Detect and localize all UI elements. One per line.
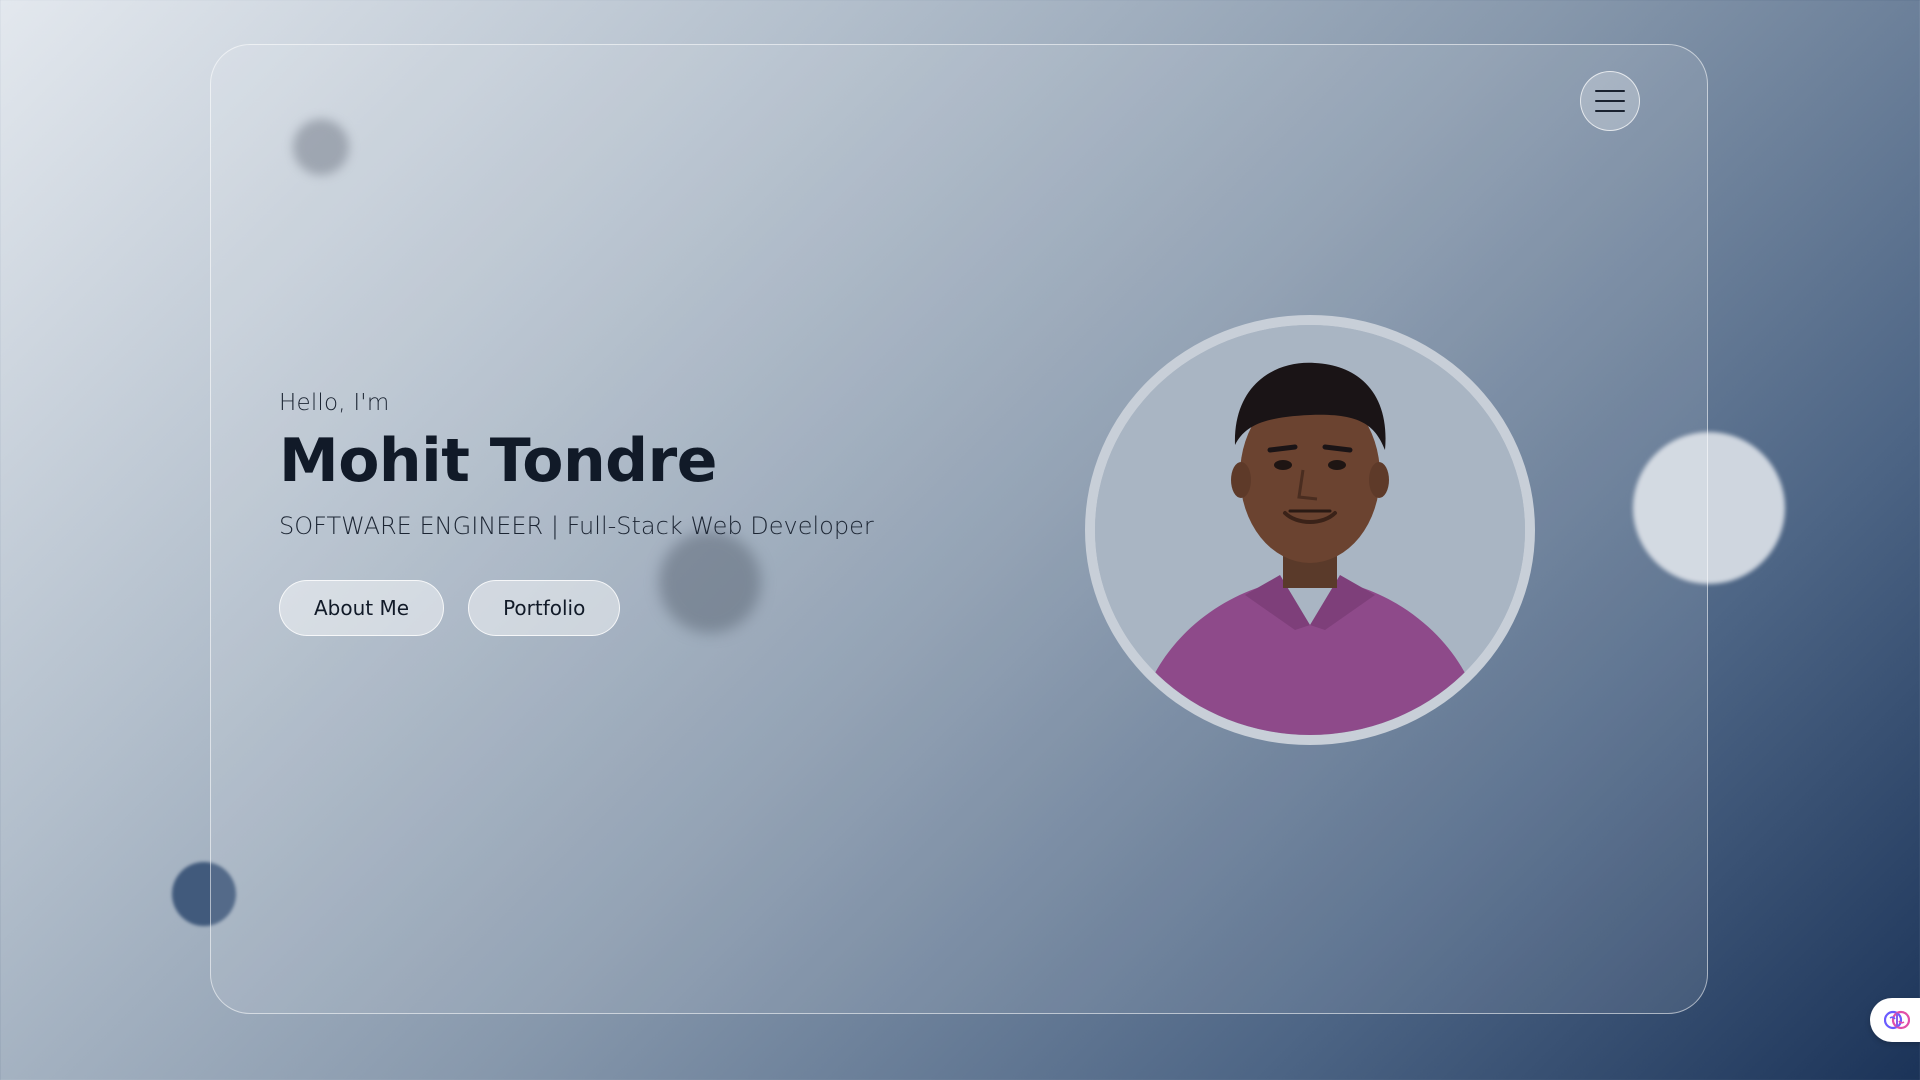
about-me-button[interactable]: About Me [279, 580, 445, 636]
profile-portrait-illustration [1095, 325, 1525, 735]
hero-name: Mohit Tondre [279, 426, 717, 496]
profile-photo [1085, 315, 1535, 745]
brain-icon [1884, 1010, 1910, 1030]
menu-button[interactable] [1580, 71, 1640, 131]
hero-buttons: About Me Portfolio [279, 580, 979, 636]
hero-role: SOFTWARE ENGINEER | Full-Stack Web Devel… [279, 512, 874, 540]
hamburger-menu-icon [1595, 90, 1625, 112]
portfolio-button[interactable]: Portfolio [468, 580, 621, 636]
hero-card: Hello, I'm Mohit Tondre SOFTWARE ENGINEE… [210, 44, 1708, 1014]
decorative-blob-small [293, 119, 349, 175]
greeting-text: Hello, I'm [279, 390, 390, 416]
hero-intro: Hello, I'm Mohit Tondre SOFTWARE ENGINEE… [279, 390, 979, 636]
assistant-widget-button[interactable] [1870, 998, 1920, 1042]
